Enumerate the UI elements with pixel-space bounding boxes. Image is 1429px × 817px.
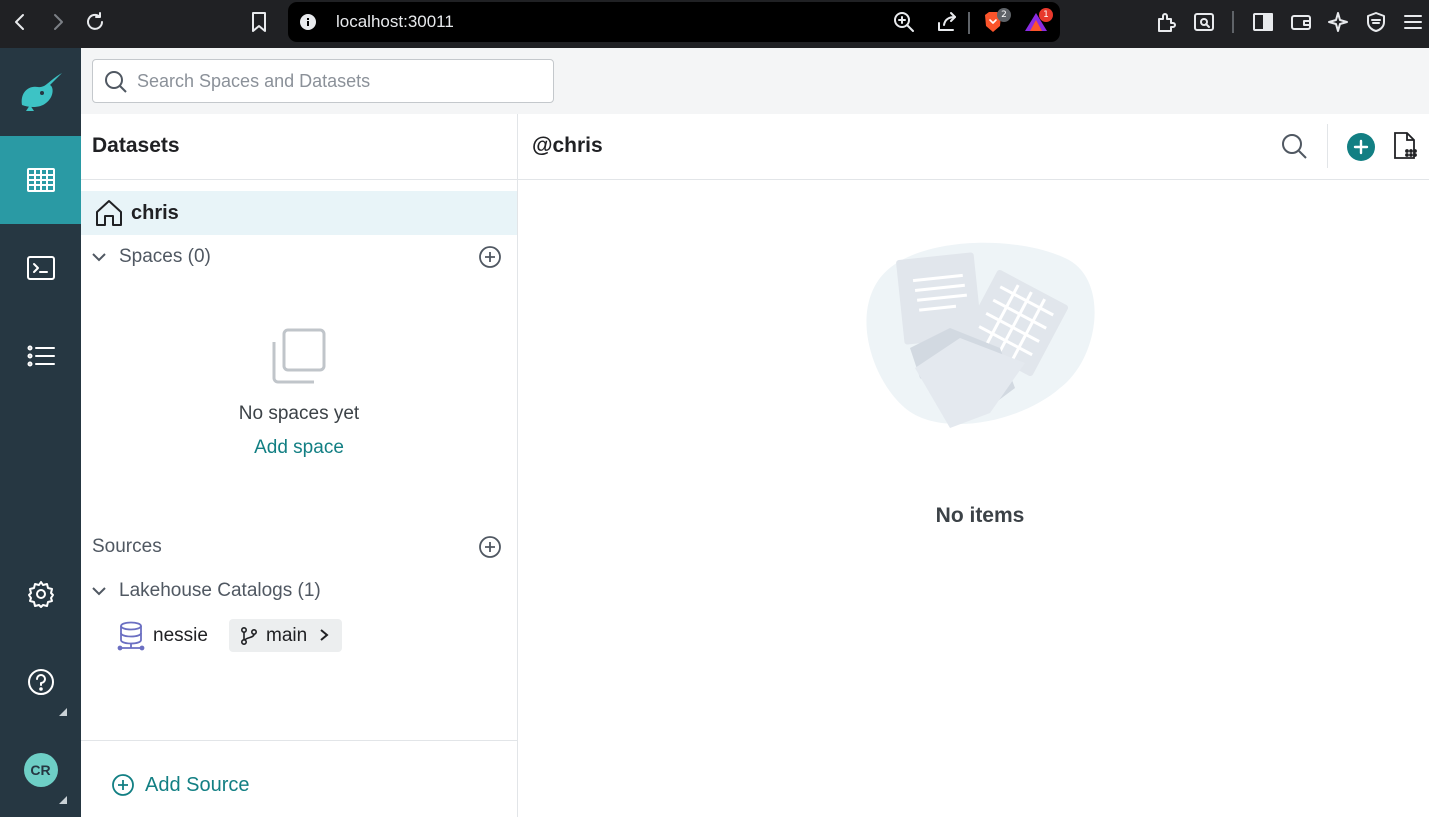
add-space-icon[interactable] [478, 245, 502, 269]
nav-help[interactable] [0, 638, 81, 726]
datasets-title: Datasets [92, 134, 180, 157]
avatar: CR [23, 753, 58, 787]
address-bar[interactable]: localhost:30011 2 1 [288, 2, 1060, 42]
spaces-label: Spaces (0) [119, 246, 211, 267]
no-items-text: No items [935, 504, 1025, 527]
empty-folder-illustration [866, 242, 1095, 428]
git-branch-icon [240, 626, 258, 646]
chevron-down-icon[interactable] [91, 583, 107, 599]
home-label: chris [131, 202, 179, 224]
url-text: localhost:30011 [336, 12, 454, 31]
back-icon[interactable] [6, 8, 34, 36]
empty-spaces-state: No spaces yet Add space [81, 326, 517, 459]
nav-sql-runner[interactable] [0, 224, 81, 312]
search-input[interactable] [137, 68, 537, 94]
branch-name: main [266, 625, 308, 646]
left-navigation: CR [0, 48, 81, 817]
nav-datasets[interactable] [0, 136, 81, 224]
menu-icon[interactable] [1399, 8, 1427, 36]
main-header: @chris [518, 114, 1429, 180]
sources-section-header: Sources [81, 529, 517, 565]
share-icon[interactable] [936, 11, 958, 38]
leo-ai-icon[interactable] [1324, 8, 1352, 36]
nav-jobs[interactable] [0, 312, 81, 400]
add-space-link[interactable]: Add space [81, 437, 517, 459]
add-source-icon[interactable] [478, 535, 502, 559]
search-field[interactable] [92, 59, 554, 103]
sidebar-toggle-icon[interactable] [1249, 8, 1277, 36]
add-source-button[interactable]: Add Source [111, 772, 250, 798]
chevron-down-icon[interactable] [91, 249, 107, 265]
database-icon [117, 621, 145, 651]
datasets-panel-footer: Add Source [81, 740, 517, 817]
site-info-icon[interactable] [300, 14, 316, 35]
no-spaces-text: No spaces yet [238, 403, 360, 424]
sources-label: Sources [92, 536, 162, 557]
search-icon [105, 71, 127, 93]
upload-file-icon[interactable] [1392, 131, 1418, 161]
user-menu-indicator [59, 796, 67, 804]
rewards-count-badge: 1 [1039, 8, 1053, 22]
lakehouse-catalogs-label: Lakehouse Catalogs (1) [119, 580, 321, 601]
plus-circle-icon [112, 774, 134, 796]
home-space-item[interactable]: chris [81, 191, 517, 235]
sql-terminal-icon [26, 256, 55, 280]
help-icon [27, 669, 54, 695]
reload-icon[interactable] [81, 8, 109, 36]
help-menu-indicator [59, 708, 67, 716]
datasets-grid-icon [26, 168, 55, 192]
forward-icon[interactable] [44, 8, 72, 36]
add-source-label: Add Source [145, 773, 250, 796]
search-icon[interactable] [1280, 132, 1308, 160]
reader-mode-icon[interactable] [1190, 8, 1218, 36]
home-icon [96, 200, 122, 226]
chevron-right-icon [320, 629, 329, 641]
nav-user-menu[interactable]: CR [0, 726, 81, 814]
page-title: @chris [532, 134, 603, 157]
narwhal-logo-icon[interactable] [0, 48, 81, 136]
toolbar-divider [1232, 11, 1234, 33]
spaces-section-header[interactable]: Spaces (0) [81, 239, 517, 275]
add-button[interactable] [1347, 133, 1375, 161]
empty-spaces-icon [272, 328, 326, 384]
branch-selector[interactable]: main [229, 619, 342, 652]
lakehouse-catalogs-header[interactable]: Lakehouse Catalogs (1) [81, 573, 517, 609]
source-name: nessie [153, 625, 208, 646]
nav-settings[interactable] [0, 550, 81, 638]
vpn-shield-icon[interactable] [1362, 8, 1390, 36]
bookmark-icon[interactable] [245, 8, 273, 36]
zoom-icon[interactable] [893, 11, 915, 38]
shields-count-badge: 2 [997, 8, 1011, 22]
source-item-nessie[interactable]: nessie main [81, 617, 517, 655]
extensions-icon[interactable] [1152, 8, 1180, 36]
header-divider [1327, 124, 1328, 168]
wallet-icon[interactable] [1287, 8, 1315, 36]
plus-icon [1353, 139, 1369, 155]
settings-gear-icon [27, 581, 54, 608]
main-content: @chris No items [518, 114, 1429, 817]
browser-toolbar: localhost:30011 2 1 [0, 0, 1429, 48]
datasets-panel-header: Datasets [81, 114, 517, 180]
jobs-list-icon [27, 345, 55, 367]
toolbar-divider [968, 12, 970, 34]
datasets-panel: Datasets chris Spaces (0) No spaces yet … [81, 114, 518, 817]
top-search-bar [81, 48, 1429, 114]
